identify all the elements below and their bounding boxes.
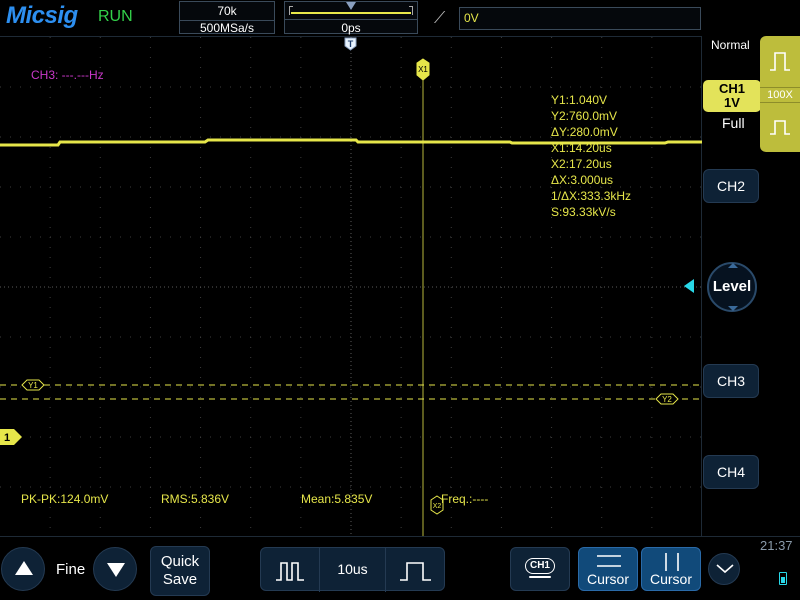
pulse-icon <box>768 118 792 136</box>
right-control-panel: Normal CH1 1V Full 100X CH2 Level CH3 CH… <box>702 36 800 536</box>
battery-icon <box>779 572 787 585</box>
fine-label: Fine <box>56 561 85 578</box>
timebase-increase-icon[interactable] <box>399 560 433 582</box>
clock: 21:37 <box>760 538 793 553</box>
bottom-toolbar: Fine Quick Save 10us CH1 Cursor Cursor 2… <box>0 536 800 600</box>
trigger-position-icon <box>346 2 356 10</box>
dc-coupling-icon <box>768 50 792 72</box>
brand-logo: Micsig <box>6 2 78 30</box>
horizontal-cursor-label: Cursor <box>579 571 637 587</box>
channel-select-label: CH1 <box>525 558 555 574</box>
arrow-down-icon <box>107 563 125 577</box>
timebase-decrease-icon[interactable] <box>275 560 309 582</box>
rising-edge-icon[interactable]: ⟋ <box>434 10 445 28</box>
probe-panel[interactable]: 100X <box>760 36 800 152</box>
measure-freq: Freq.:---- <box>441 492 488 506</box>
sample-rate: 500MSa/s <box>180 20 274 35</box>
ch1-ground-label: 1 <box>4 432 10 444</box>
memory-window-bar <box>291 12 411 14</box>
acquisition-info[interactable]: 70k 500MSa/s <box>179 1 275 34</box>
trigger-mode[interactable]: Normal <box>711 38 750 52</box>
ch1-name: CH1 <box>703 82 761 96</box>
expand-menu-button[interactable] <box>708 553 740 585</box>
horizontal-position: 0ps <box>285 19 417 35</box>
chevron-down-icon <box>716 564 734 574</box>
trigger-level-panel[interactable]: ␸0V <box>459 7 701 30</box>
cursor-readout-dy: ΔY:280.0mV <box>551 124 631 140</box>
top-status-bar: Micsig RUN 70k 500MSa/s 0ps ⟋ ␸0V <box>0 0 800 36</box>
probe-ratio: 100X <box>760 87 800 103</box>
cursor-readout-dx: ΔX:3.000us <box>551 172 631 188</box>
cursor-readout-panel: Y1:1.040V Y2:760.0mV ΔY:280.0mV X1:14.20… <box>551 92 631 220</box>
ch3-frequency-readout: CH3: ---.---Hz <box>31 68 104 82</box>
measure-mean: Mean:5.835V <box>301 492 372 506</box>
fine-down-button[interactable] <box>93 547 137 591</box>
horizontal-position-panel[interactable]: 0ps <box>284 1 418 34</box>
trigger-position-label: T <box>348 39 354 49</box>
ch1-scale: 1V <box>703 96 761 110</box>
ch3-button[interactable]: CH3 <box>703 364 759 398</box>
cursor-y1-label: Y1 <box>28 381 38 390</box>
ch4-button[interactable]: CH4 <box>703 455 759 489</box>
horizontal-cursor-button[interactable]: Cursor <box>578 547 638 591</box>
bandwidth-limit[interactable]: Full <box>722 115 745 131</box>
measure-pkpk: PK-PK:124.0mV <box>21 492 108 506</box>
vertical-cursor-label: Cursor <box>642 571 700 587</box>
cursor-readout-slope: S:93.33kV/s <box>551 204 631 220</box>
cursor-y2-label: Y2 <box>662 395 672 404</box>
vertical-cursor-icon <box>660 553 684 571</box>
divider <box>385 548 386 592</box>
horizontal-cursor-icon <box>597 553 621 569</box>
cursor-channel-select-button[interactable]: CH1 <box>510 547 570 591</box>
cursor-x1-label: X1 <box>418 65 428 74</box>
measure-rms: RMS:5.836V <box>161 492 229 506</box>
ch2-button[interactable]: CH2 <box>703 169 759 203</box>
run-stop-status[interactable]: RUN <box>98 8 133 26</box>
waveform-display[interactable]: Y1 Y2 X1 X2 T 1 CH3: ---.---Hz Y1:1.040V Y2:7… <box>0 36 702 536</box>
cursor-readout-x2: X2:17.20us <box>551 156 631 172</box>
vertical-cursor-button[interactable]: Cursor <box>641 547 701 591</box>
sample-depth: 70k <box>180 4 274 18</box>
cursor-readout-y1: Y1:1.040V <box>551 92 631 108</box>
fine-up-button[interactable] <box>1 547 45 591</box>
timebase-control: 10us <box>260 547 445 591</box>
quick-save-line2: Save <box>151 571 209 589</box>
ch1-settings-button[interactable]: CH1 1V <box>703 80 761 112</box>
quick-save-line1: Quick <box>151 553 209 571</box>
quick-save-button[interactable]: Quick Save <box>150 546 210 596</box>
arrow-up-icon <box>15 561 33 575</box>
cursor-readout-x1: X1:14.20us <box>551 140 631 156</box>
cursor-readout-y2: Y2:760.0mV <box>551 108 631 124</box>
cursor-readout-inv-dx: 1/ΔX:333.3kHz <box>551 188 631 204</box>
level-knob[interactable]: Level <box>707 262 757 312</box>
timebase-value[interactable]: 10us <box>320 561 385 577</box>
trigger-level-value: ␸0V <box>464 11 479 25</box>
trigger-level-arrow-icon[interactable] <box>684 279 694 293</box>
